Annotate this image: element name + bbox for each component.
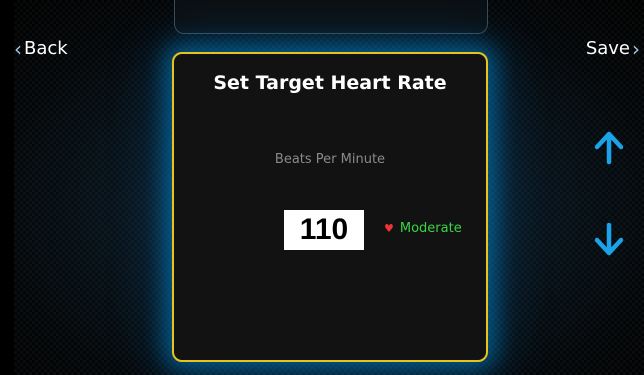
zone-label: Moderate [399, 221, 462, 236]
chevron-left-icon: ‹ [14, 36, 22, 61]
dialog-title: Set Target Heart Rate [213, 72, 447, 94]
save-label: Save [585, 38, 630, 59]
save-button[interactable]: Save › [586, 38, 640, 59]
back-button[interactable]: ‹ Back [14, 38, 68, 59]
increase-button[interactable] [592, 131, 626, 165]
heart-rate-value[interactable]: 110 [284, 210, 364, 250]
chevron-right-icon: › [632, 36, 640, 61]
intensity-zone: ♥ Moderate [384, 221, 462, 236]
target-heart-rate-dialog: Set Target Heart Rate Beats Per Minute 1… [172, 52, 488, 362]
back-label: Back [24, 38, 68, 59]
decrease-button[interactable] [592, 222, 626, 256]
arrow-down-icon [594, 222, 624, 256]
unit-label: Beats Per Minute [274, 152, 386, 167]
arrow-up-icon [594, 131, 624, 165]
background-panel [174, 0, 488, 34]
heart-icon: ♥ [384, 222, 394, 235]
